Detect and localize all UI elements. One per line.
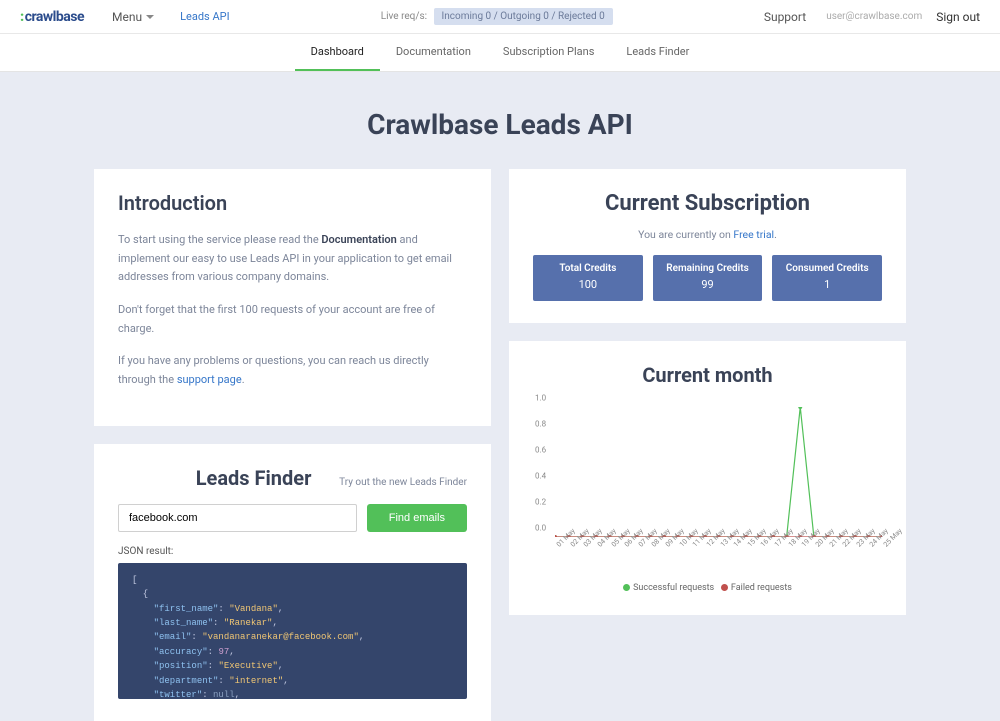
domain-input[interactable]: [118, 504, 357, 532]
live-requests-badge: Incoming 0 / Outgoing 0 / Rejected 0: [434, 8, 613, 25]
tab-dashboard[interactable]: Dashboard: [295, 34, 380, 71]
support-link[interactable]: Support: [764, 10, 806, 24]
metric-remaining-credits: Remaining Credits 99: [653, 255, 763, 301]
json-result-label: JSON result:: [118, 546, 467, 557]
current-month-card: Current month 0.00.20.40.60.81.0 01 May0…: [509, 341, 906, 615]
month-heading: Current month: [533, 363, 882, 387]
tab-leads-finder[interactable]: Leads Finder: [610, 34, 705, 71]
menu-dropdown[interactable]: Menu: [112, 10, 154, 24]
month-chart: 0.00.20.40.60.81.0: [555, 407, 882, 537]
page-title: Crawlbase Leads API: [0, 108, 1000, 141]
intro-heading: Introduction: [118, 191, 467, 215]
signout-link[interactable]: Sign out: [936, 10, 980, 24]
plan-link[interactable]: Free trial: [733, 228, 774, 241]
leads-finder-card: Leads Finder Try out the new Leads Finde…: [94, 444, 491, 721]
subscription-heading: Current Subscription: [533, 191, 882, 216]
introduction-card: Introduction To start using the service …: [94, 169, 491, 426]
tab-subscription-plans[interactable]: Subscription Plans: [487, 34, 611, 71]
find-emails-button[interactable]: Find emails: [367, 504, 467, 532]
topbar: crawlbase Menu Leads API Live req/s: Inc…: [0, 0, 1000, 34]
tryout-link[interactable]: Try out the new Leads Finder: [339, 477, 467, 488]
legend-dot-failed-icon: [721, 584, 728, 591]
tab-documentation[interactable]: Documentation: [380, 34, 487, 71]
subscription-card: Current Subscription You are currently o…: [509, 169, 906, 323]
logo[interactable]: crawlbase: [20, 9, 84, 25]
chart-x-labels: 01 May02 May03 May04 May05 May06 May07 M…: [555, 543, 882, 551]
legend-dot-success-icon: [623, 584, 630, 591]
chevron-down-icon: [146, 15, 154, 23]
metric-total-credits: Total Credits 100: [533, 255, 643, 301]
json-result-block: [ { "first_name": "Vandana", "last_name"…: [118, 563, 467, 699]
user-email: user@crawlbase.com: [826, 11, 922, 22]
sub-nav: Dashboard Documentation Subscription Pla…: [0, 34, 1000, 72]
finder-heading: Leads Finder: [118, 466, 339, 490]
chart-legend: Successful requests Failed requests: [533, 583, 882, 593]
metric-consumed-credits: Consumed Credits 1: [772, 255, 882, 301]
support-page-link[interactable]: support page: [177, 373, 242, 386]
leads-api-link[interactable]: Leads API: [180, 10, 229, 23]
documentation-link[interactable]: Documentation: [321, 233, 396, 246]
live-requests-readout: Live req/s: Incoming 0 / Outgoing 0 / Re…: [230, 11, 764, 22]
